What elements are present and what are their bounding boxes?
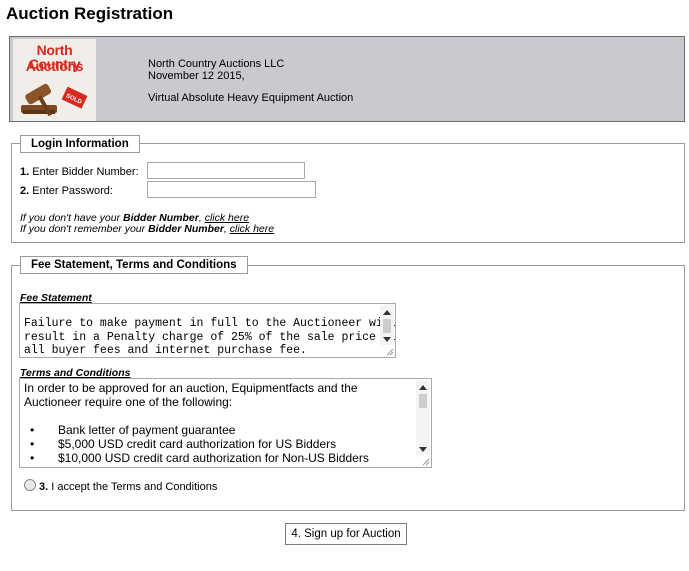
password-input[interactable] [147, 181, 316, 198]
company-name: North Country Auctions LLC [148, 58, 285, 70]
terms-scrollbar[interactable] [416, 380, 430, 455]
scroll-down-icon[interactable] [383, 337, 391, 342]
fee-scrollbar[interactable] [380, 305, 394, 345]
auction-header: North Country Auctions SOLD North Countr… [9, 36, 685, 122]
terms-item: $5,000 USD credit card authorization for… [24, 437, 416, 451]
fee-terms-legend: Fee Statement, Terms and Conditions [20, 256, 248, 274]
terms-item: Bank letter of payment guarantee [24, 423, 416, 437]
logo-line-2: Auctions [25, 58, 84, 74]
accept-terms-radio[interactable] [24, 479, 36, 491]
scroll-up-icon[interactable] [383, 310, 391, 315]
fee-statement-text: Failure to make payment in full to the A… [24, 317, 396, 357]
password-label: 2. Enter Password: [20, 185, 113, 197]
auction-name: Virtual Absolute Heavy Equipment Auction [148, 92, 354, 104]
scroll-thumb[interactable] [419, 394, 427, 408]
fee-statement-textarea[interactable]: Failure to make payment in full to the A… [19, 303, 396, 358]
bidder-number-label: 1. Enter Bidder Number: [20, 166, 139, 178]
gavel-icon: SOLD [21, 83, 88, 117]
page-title: Auction Registration [6, 4, 174, 23]
scroll-up-icon[interactable] [419, 385, 427, 390]
forgot-bidder-hint-2: If you don't remember your Bidder Number… [20, 223, 275, 235]
company-logo: North Country Auctions SOLD [13, 39, 96, 121]
scroll-thumb[interactable] [383, 319, 391, 333]
scroll-down-icon[interactable] [419, 447, 427, 452]
terms-text: In order to be approved for an auction, … [20, 379, 420, 467]
resize-grip-icon[interactable] [384, 346, 394, 356]
terms-textarea[interactable]: In order to be approved for an auction, … [19, 378, 432, 468]
terms-item: $10,000 USD credit card authorization fo… [24, 451, 416, 465]
login-legend: Login Information [20, 135, 140, 153]
bidder-number-input[interactable] [147, 162, 305, 179]
accept-terms-label: 3. I accept the Terms and Conditions [39, 481, 218, 493]
click-here-link-2[interactable]: click here [230, 223, 274, 235]
resize-grip-icon[interactable] [420, 456, 430, 466]
signup-button[interactable]: 4. Sign up for Auction [285, 523, 407, 545]
auction-date: November 12 2015, [148, 70, 245, 82]
